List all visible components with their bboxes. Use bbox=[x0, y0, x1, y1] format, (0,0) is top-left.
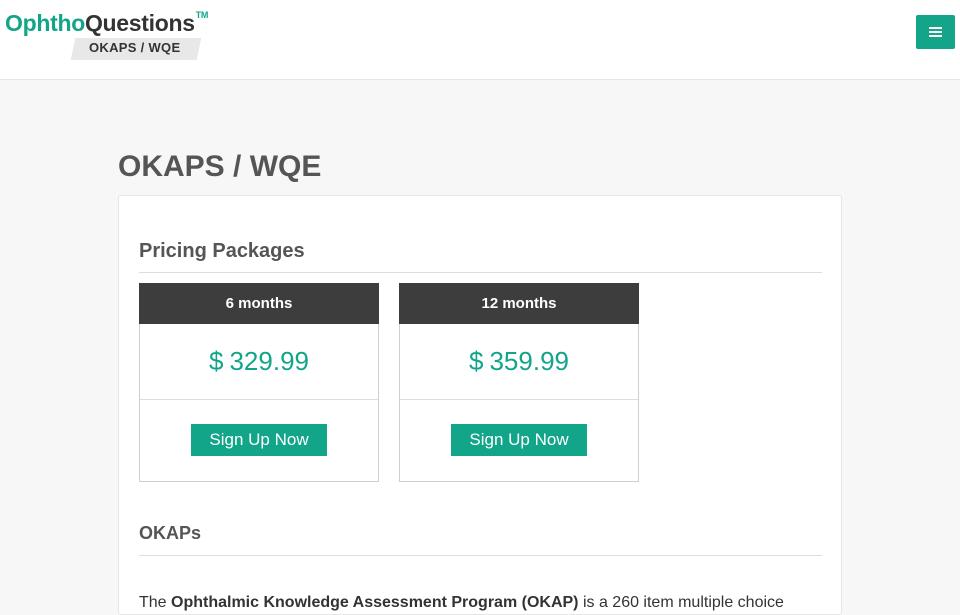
logo-trademark: TM bbox=[195, 10, 209, 20]
intro-bold: Ophthalmic Knowledge Assessment Program … bbox=[171, 594, 579, 611]
pricing-package-6-months: 6 months $ 329.99 Sign Up Now bbox=[139, 283, 379, 482]
package-duration: 12 months bbox=[399, 283, 639, 324]
okaps-divider bbox=[139, 555, 822, 556]
site-logo[interactable]: OphthoQuestionsTM OKAPS / WQE bbox=[5, 8, 215, 68]
pricing-heading: Pricing Packages bbox=[139, 240, 305, 262]
pricing-package-12-months: 12 months $ 359.99 Sign Up Now bbox=[399, 283, 639, 482]
sign-up-button[interactable]: Sign Up Now bbox=[451, 424, 587, 456]
intro-suffix: is a 260 item multiple choice bbox=[578, 594, 784, 611]
price-currency: $ bbox=[469, 346, 484, 376]
sign-up-button[interactable]: Sign Up Now bbox=[191, 424, 327, 456]
menu-toggle-button[interactable] bbox=[916, 15, 955, 49]
logo-text-ophtho: Ophtho bbox=[5, 10, 85, 36]
hamburger-icon-line bbox=[929, 31, 942, 33]
package-price: $ 329.99 bbox=[140, 324, 378, 400]
content-card: Pricing Packages 6 months $ 329.99 Sign … bbox=[118, 195, 842, 615]
price-amount: 329.99 bbox=[229, 346, 309, 376]
logo-text-questions: Questions bbox=[84, 10, 195, 36]
intro-prefix: The bbox=[139, 594, 172, 611]
okaps-intro-text: The Ophthalmic Knowledge Assessment Prog… bbox=[139, 594, 784, 612]
price-amount: 359.99 bbox=[489, 346, 569, 376]
package-duration: 6 months bbox=[139, 283, 379, 324]
hamburger-icon-line bbox=[929, 35, 942, 37]
package-price: $ 359.99 bbox=[400, 324, 638, 400]
logo-wordmark: OphthoQuestionsTM bbox=[5, 10, 208, 37]
hamburger-icon bbox=[929, 27, 942, 29]
okaps-heading: OKAPs bbox=[139, 523, 202, 543]
page-title: OKAPS / WQE bbox=[118, 150, 322, 183]
top-navbar: OphthoQuestionsTM OKAPS / WQE bbox=[0, 0, 960, 80]
logo-subtitle: OKAPS / WQE bbox=[89, 40, 181, 55]
price-currency: $ bbox=[209, 346, 224, 376]
pricing-divider bbox=[139, 272, 822, 273]
